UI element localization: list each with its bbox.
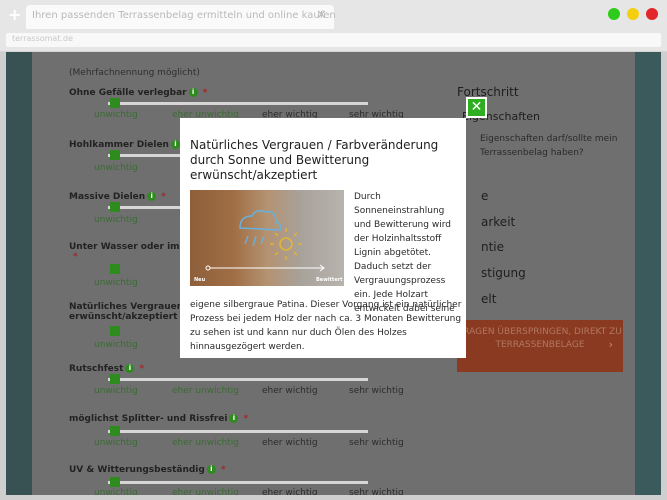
scale-label-eher-unwichtig: eher unwichtig [172,488,240,495]
question-label: UV & Witterungsbeständig [69,465,205,475]
skip-questions-label: FRAGEN ÜBERSPRINGEN, DIREKT ZU TERRASSEN… [458,327,622,350]
image-label-new: Neu [194,277,206,283]
importance-slider-handle[interactable] [110,150,120,160]
window-yellow-dot[interactable] [627,8,639,20]
info-icon[interactable]: i [170,140,180,149]
info-icon[interactable]: i [206,465,216,474]
importance-slider-track[interactable] [108,378,368,381]
scale-label-eher-unwichtig: eher unwichtig [172,386,240,396]
browser-chrome: + Ihren passenden Terrassenbelag ermitte… [0,0,667,52]
info-modal: Natürliches Vergrauen / Farbveränderung … [180,118,466,358]
scale-label-eher-wichtig: eher wichtig [262,488,318,495]
window-red-dot[interactable] [646,8,658,20]
scale-label-sehr-wichtig: sehr wichtig [349,386,404,396]
tab-title: Ihren passenden Terrassenbelag ermitteln… [32,10,336,21]
info-icon[interactable]: i [147,192,157,201]
scale-label-unwichtig: unwichtig [94,340,138,350]
info-icon[interactable]: i [188,88,198,97]
scale-label-sehr-wichtig: sehr wichtig [349,438,404,448]
importance-slider-handle[interactable] [110,326,120,336]
modal-title: Natürliches Vergrauen / Farbveränderung … [190,138,439,182]
progress-step[interactable]: ntie [481,240,504,254]
required-asterisk: * [202,88,208,98]
progress-step[interactable]: stigung [481,266,526,280]
info-icon[interactable]: i [229,414,239,423]
question-label: möglichst Splitter- und Rissfrei [69,414,228,424]
chevron-right-icon: › [608,338,613,351]
close-icon[interactable]: ✕ [466,97,487,118]
importance-slider-track[interactable] [108,481,368,484]
scale-label-eher-wichtig: eher wichtig [262,438,318,448]
question-title: Hohlkammer Dieleni* [69,140,190,150]
multiple-choice-note: (Mehrfachnennung möglicht) [69,68,200,78]
scale-label-unwichtig: unwichtig [94,386,138,396]
progress-step[interactable]: elt [481,292,496,306]
new-tab-icon[interactable]: + [8,5,21,24]
question-label: Massive Dielen [69,192,146,202]
weathering-image: Neu Bewittert [190,190,344,286]
importance-slider-handle[interactable] [110,98,120,108]
required-asterisk: * [73,252,78,262]
scale-label-unwichtig: unwichtig [94,215,138,225]
question-title: Rutschfest i * [69,364,144,374]
scale-label-eher-wichtig: eher wichtig [262,386,318,396]
required-asterisk: * [243,414,249,424]
required-asterisk-line: * [69,252,78,262]
question-title: Ohne Gefälle verlegbar i * [69,88,207,98]
address-bar[interactable]: terrassomat.de [6,33,661,47]
importance-slider-track[interactable] [108,430,368,433]
scale-label-unwichtig: unwichtig [94,278,138,288]
required-asterisk: * [161,192,166,202]
question-label: erwünscht/akzeptiert [69,312,178,322]
address-text: terrassomat.de [12,34,74,43]
importance-slider-handle[interactable] [110,426,120,436]
window-green-dot[interactable] [608,8,620,20]
scale-label-eher-unwichtig: eher unwichtig [172,438,240,448]
image-label-weathered: Bewittert [316,277,343,283]
weather-icon [205,209,325,272]
required-asterisk: * [139,364,145,374]
scale-label-sehr-wichtig: sehr wichtig [349,488,404,495]
page-background-left [6,52,32,495]
importance-slider-handle[interactable] [110,264,120,274]
browser-tab[interactable]: Ihren passenden Terrassenbelag ermitteln… [26,5,336,29]
page-background-right [635,52,661,495]
question-label: Hohlkammer Dielen [69,140,169,150]
progress-description: Eigenschaften darf/sollte mein Terrassen… [480,134,618,158]
question-title: Massive Dielen i * [69,192,166,202]
scale-label-unwichtig: unwichtig [94,488,138,495]
importance-slider-track[interactable] [108,102,368,105]
scale-label-unwichtig: unwichtig [94,163,138,173]
importance-slider-handle[interactable] [110,202,120,212]
importance-slider-handle[interactable] [110,374,120,384]
question-title-line2: erwünscht/akzeptiert [69,312,177,322]
tab-close-icon[interactable]: ✕ [316,8,327,23]
question-title: UV & Witterungsbeständig i * [69,465,226,475]
progress-step[interactable]: e [481,189,488,203]
question-label: Rutschfest [69,364,124,374]
question-title: möglichst Splitter- und Rissfrei i * [69,414,248,424]
modal-text-part-2: eigene silbergraue Patina. Dieser Vorgan… [190,300,462,352]
info-icon[interactable]: i [125,364,135,373]
scale-label-unwichtig: unwichtig [94,110,138,120]
progress-step[interactable]: arkeit [481,215,515,229]
required-asterisk: * [220,465,226,475]
scale-label-unwichtig: unwichtig [94,438,138,448]
skip-questions-button[interactable]: FRAGEN ÜBERSPRINGEN, DIREKT ZU TERRASSEN… [457,320,623,372]
question-label: Ohne Gefälle verlegbar [69,88,187,98]
importance-slider-handle[interactable] [110,477,120,487]
